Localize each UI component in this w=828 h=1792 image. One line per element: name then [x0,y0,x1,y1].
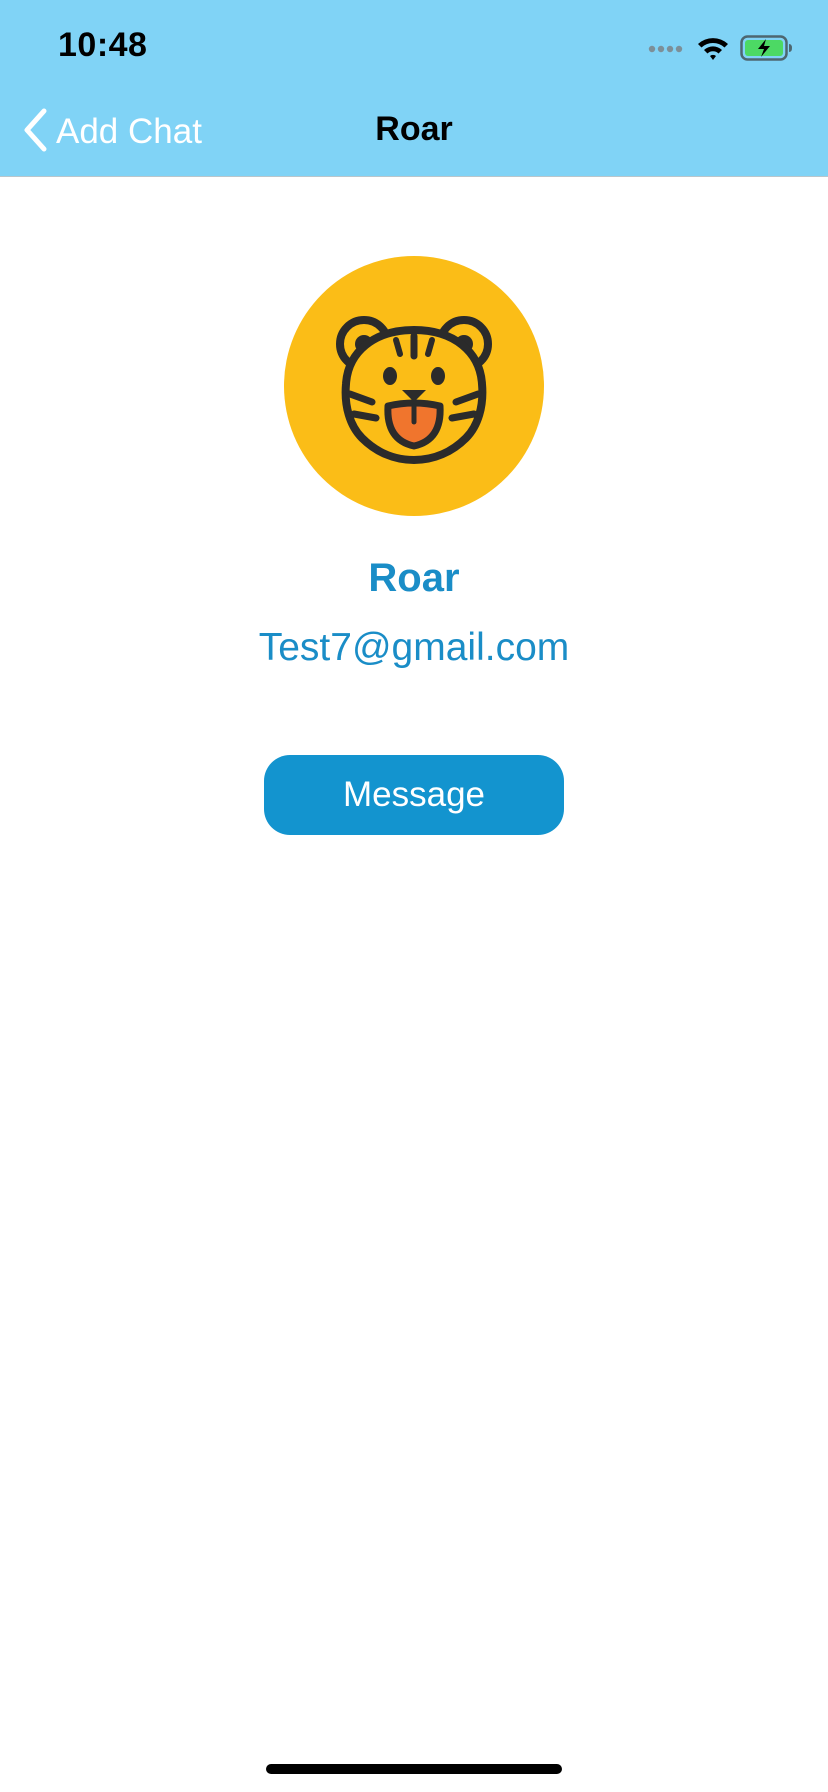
profile-name: Roar [368,556,460,600]
avatar [284,256,544,516]
home-indicator[interactable] [266,1764,562,1774]
page-title: Roar [375,110,453,148]
cellular-signal-icon [648,41,686,59]
message-button[interactable]: Message [264,755,564,835]
contact-profile-screen: 10:48 Add Chat Roar Roar Test7@gmail.com… [0,0,828,1792]
wifi-icon [696,35,730,66]
profile-email: Test7@gmail.com [258,626,570,669]
status-time: 10:48 [58,26,148,64]
tiger-face-icon [284,316,544,516]
battery-charging-icon [740,34,794,66]
navigation-header: 10:48 Add Chat Roar [0,0,828,177]
status-icons [648,34,794,66]
